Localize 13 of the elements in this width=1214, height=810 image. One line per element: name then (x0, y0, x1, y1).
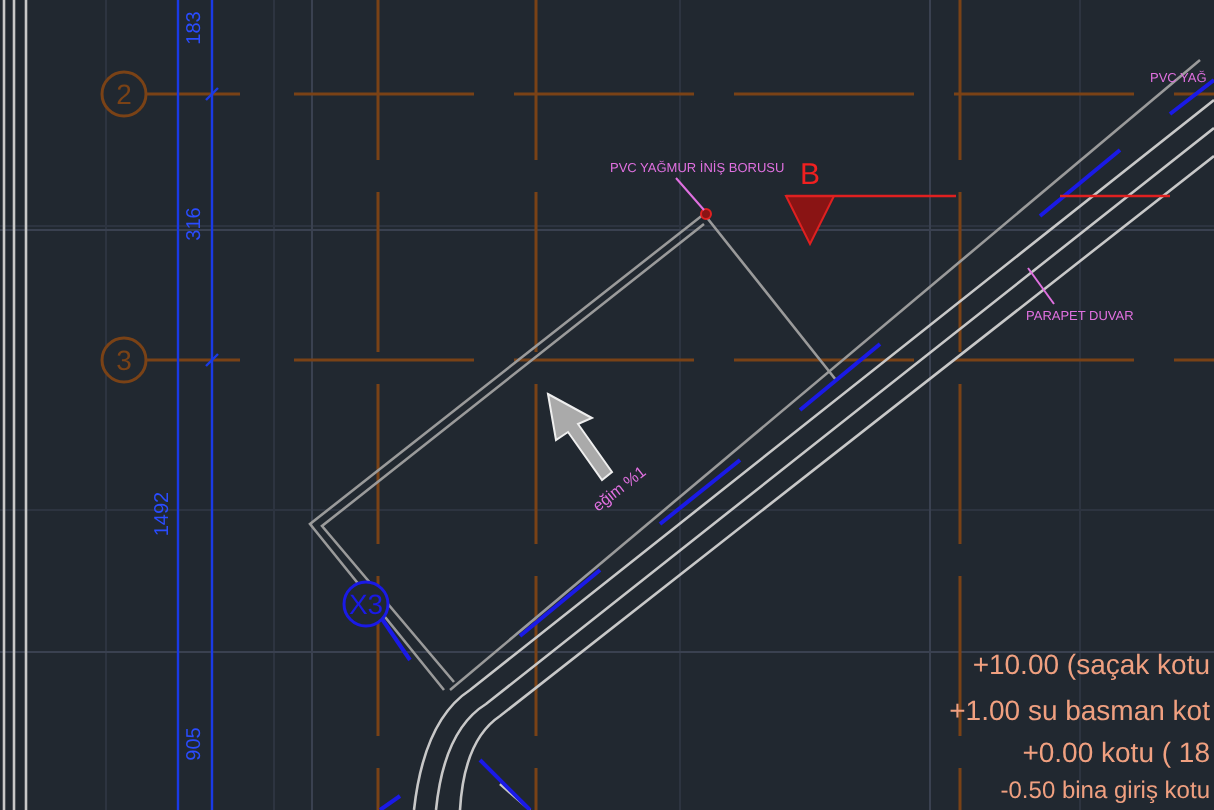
grid-bubble: 3 (100, 336, 148, 384)
dimension-text: 905 (184, 727, 206, 761)
section-label: B (800, 158, 821, 192)
dimension-text: 1492 (152, 491, 174, 537)
grid-bubble: 2 (100, 70, 148, 118)
grid-bubble: X3 (342, 580, 390, 628)
elevation-text: +0.00 kotu ( 18 (1022, 736, 1210, 768)
elevation-text: -0.50 bina giriş kotu (1000, 776, 1210, 804)
slope-label: eğim %1 (589, 462, 650, 516)
dimension-text: 183 (184, 11, 206, 45)
dimension-text: 316 (184, 207, 206, 241)
elevation-text: +10.00 (saçak kotu (972, 648, 1210, 680)
elevation-text: +1.00 su basman kot (949, 694, 1210, 726)
